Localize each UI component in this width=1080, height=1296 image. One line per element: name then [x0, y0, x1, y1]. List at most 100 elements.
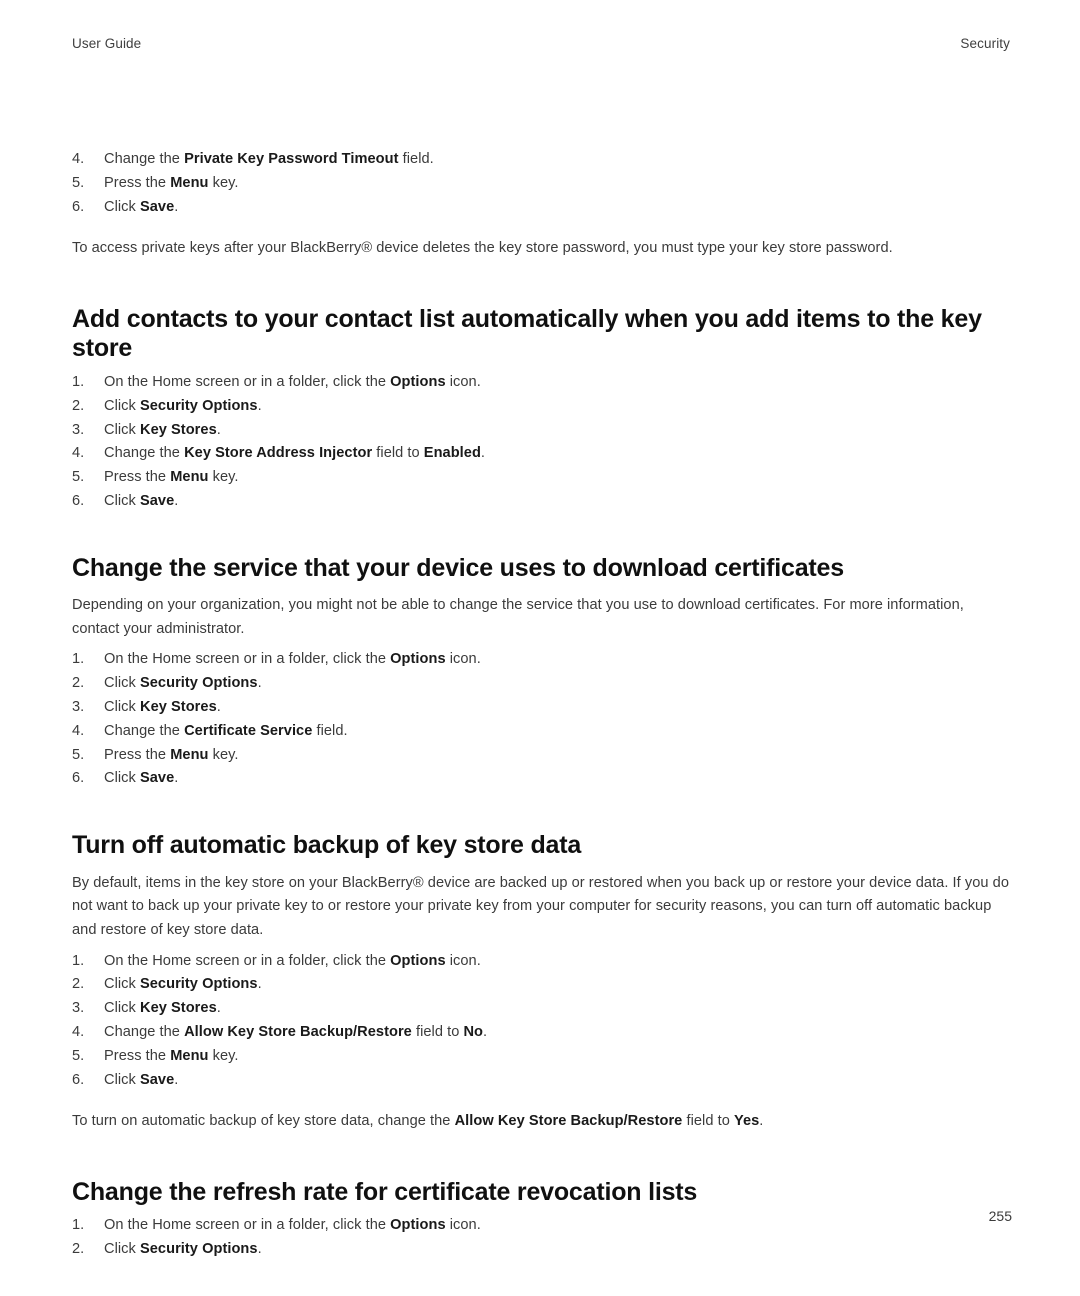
plain-text: key.	[208, 746, 239, 763]
plain-text: Press the	[104, 1047, 171, 1064]
step-number: 3.	[72, 699, 85, 716]
step-item: 5. Press the Menu key.	[72, 172, 1012, 196]
emphasis-text: Menu	[170, 469, 209, 486]
step-number: 2.	[72, 976, 85, 993]
plain-text: icon.	[445, 373, 481, 390]
step-list: 1. On the Home screen or in a folder, cli…	[72, 1214, 1012, 1262]
step-item: 5. Press the Menu key.	[72, 744, 1012, 768]
running-head-right: Security	[960, 36, 1010, 51]
step-list: 1. On the Home screen or in a folder, cli…	[72, 648, 1012, 791]
step-text: Press the Menu key.	[104, 747, 239, 763]
emphasis-text: Certificate Service	[184, 722, 313, 739]
step-item: 6. Click Save.	[72, 767, 1012, 791]
section-change-certificate-download-service: Change the service that your device uses…	[72, 554, 1012, 791]
step-text: Click Save.	[104, 770, 178, 786]
plain-text: .	[174, 198, 179, 215]
step-item: 2. Click Security Options.	[72, 395, 1012, 419]
plain-text: To turn on automatic backup of key store…	[72, 1113, 455, 1130]
emphasis-text: Key Store Address Injector	[184, 445, 373, 462]
step-number: 1.	[72, 373, 85, 390]
emphasis-text: Security Options	[139, 675, 258, 692]
emphasis-text: Options	[390, 952, 446, 969]
plain-text: Click	[104, 699, 140, 716]
emphasis-text: Options	[390, 373, 446, 390]
plain-text: .	[483, 1023, 488, 1040]
plain-text: .	[759, 1113, 764, 1130]
step-item: 3. Click Key Stores.	[72, 997, 1012, 1021]
plain-text: field to	[682, 1113, 734, 1130]
plain-text: .	[257, 1241, 262, 1258]
step-number: 6.	[72, 770, 85, 787]
step-text: On the Home screen or in a folder, click…	[104, 953, 481, 969]
emphasis-text: Allow Key Store Backup/Restore	[454, 1113, 683, 1130]
plain-text: Press the	[104, 174, 171, 191]
step-item: 3. Click Key Stores.	[72, 419, 1012, 443]
step-item: 6. Click Save.	[72, 196, 1012, 220]
section-add-contacts-automatically: Add contacts to your contact list automa…	[72, 305, 1012, 514]
step-item: 2. Click Security Options.	[72, 672, 1012, 696]
plain-text: .	[174, 492, 179, 509]
step-number: 6.	[72, 1071, 85, 1088]
plain-text: .	[174, 1071, 179, 1088]
step-text: Change the Certificate Service field.	[104, 723, 348, 739]
plain-text: icon.	[445, 651, 481, 668]
step-text: Press the Menu key.	[104, 469, 239, 485]
plain-text: Click	[104, 421, 140, 438]
emphasis-text: Save	[139, 770, 175, 787]
emphasis-text: Allow Key Store Backup/Restore	[184, 1023, 412, 1040]
running-head: User Guide Security	[72, 36, 1010, 51]
plain-text: .	[216, 1000, 221, 1017]
step-number: 1.	[72, 952, 85, 969]
step-text: On the Home screen or in a folder, click…	[104, 374, 481, 390]
plain-text: On the Home screen or in a folder, click…	[104, 373, 391, 390]
step-text: Change the Allow Key Store Backup/Restor…	[104, 1024, 487, 1040]
section-note-paragraph: To turn on automatic backup of key store…	[72, 1110, 1012, 1134]
step-number: 1.	[72, 1217, 85, 1234]
step-number: 2.	[72, 397, 85, 414]
step-text: Click Save.	[104, 1072, 178, 1088]
section-heading: Turn off automatic backup of key store d…	[72, 831, 582, 860]
step-number: 5.	[72, 174, 85, 191]
step-text: Change the Private Key Password Timeout …	[104, 151, 434, 167]
plain-text: Click	[104, 1071, 140, 1088]
section-change-crl-refresh-rate: Change the refresh rate for certificate …	[72, 1178, 1012, 1262]
emphasis-text: Options	[390, 651, 446, 668]
step-text: On the Home screen or in a folder, click…	[104, 1217, 481, 1233]
step-item: 2. Click Security Options.	[72, 973, 1012, 997]
plain-text: Click	[104, 675, 140, 692]
step-text: Click Key Stores.	[104, 422, 221, 438]
step-item: 4. Change the Allow Key Store Backup/Rest…	[72, 1021, 1012, 1045]
step-item: 5. Press the Menu key.	[72, 1045, 1012, 1069]
emphasis-text: No	[463, 1023, 484, 1040]
step-item: 1. On the Home screen or in a folder, cli…	[72, 1214, 1012, 1238]
document-page: User Guide Security 4. Change the Private…	[0, 0, 1080, 1296]
plain-text: Change the	[104, 1023, 185, 1040]
step-number: 5.	[72, 469, 85, 486]
running-head-left: User Guide	[72, 36, 142, 51]
plain-text: field.	[398, 151, 434, 167]
emphasis-text: Security Options	[139, 397, 258, 414]
step-number: 5.	[72, 746, 85, 763]
emphasis-text: Menu	[170, 1047, 209, 1064]
step-number: 1.	[72, 651, 85, 668]
step-text: Change the Key Store Address Injector fi…	[104, 445, 485, 461]
page-number: 255	[988, 1208, 1012, 1224]
step-text: Click Security Options.	[104, 1241, 262, 1257]
plain-text: Press the	[104, 469, 171, 486]
step-item: 1. On the Home screen or in a folder, cli…	[72, 648, 1012, 672]
emphasis-text: Save	[139, 1071, 175, 1088]
step-text: Click Key Stores.	[104, 1000, 221, 1016]
section-intro-paragraph: Depending on your organization, you migh…	[72, 597, 964, 637]
plain-text: Change the	[104, 151, 185, 167]
step-text: Press the Menu key.	[104, 175, 239, 191]
step-text: Press the Menu key.	[104, 1048, 239, 1064]
plain-text: Click	[104, 976, 140, 993]
step-list: 1. On the Home screen or in a folder, cli…	[72, 371, 1012, 514]
emphasis-text: Key Stores	[139, 699, 217, 716]
plain-text: On the Home screen or in a folder, click…	[104, 1217, 391, 1234]
step-list: 1. On the Home screen or in a folder, cli…	[72, 950, 1012, 1093]
section-heading: Add contacts to your contact list automa…	[72, 304, 982, 363]
